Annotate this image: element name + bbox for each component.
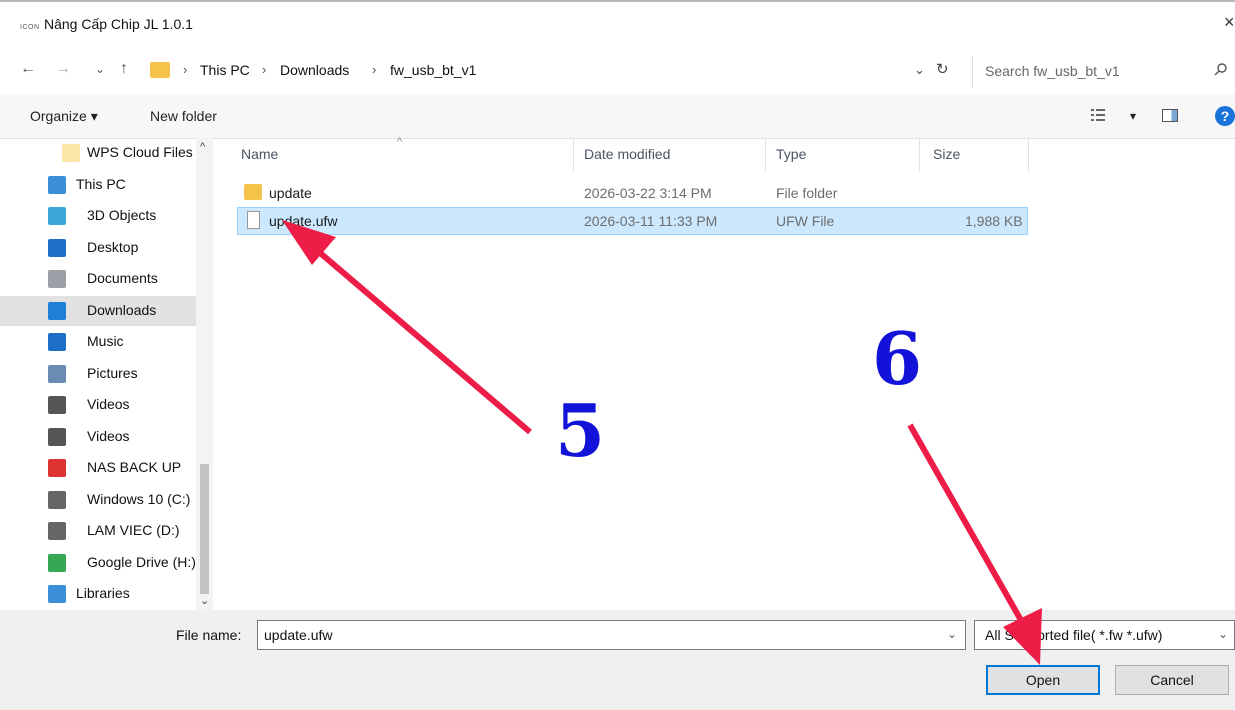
annotation-arrow-5 (282, 220, 532, 435)
annotation-step-6: 6 (872, 316, 923, 401)
annotation-step-5: 5 (555, 388, 606, 473)
annotation-overlay (282, 220, 1042, 665)
annotation-arrow-6 (907, 423, 1042, 665)
